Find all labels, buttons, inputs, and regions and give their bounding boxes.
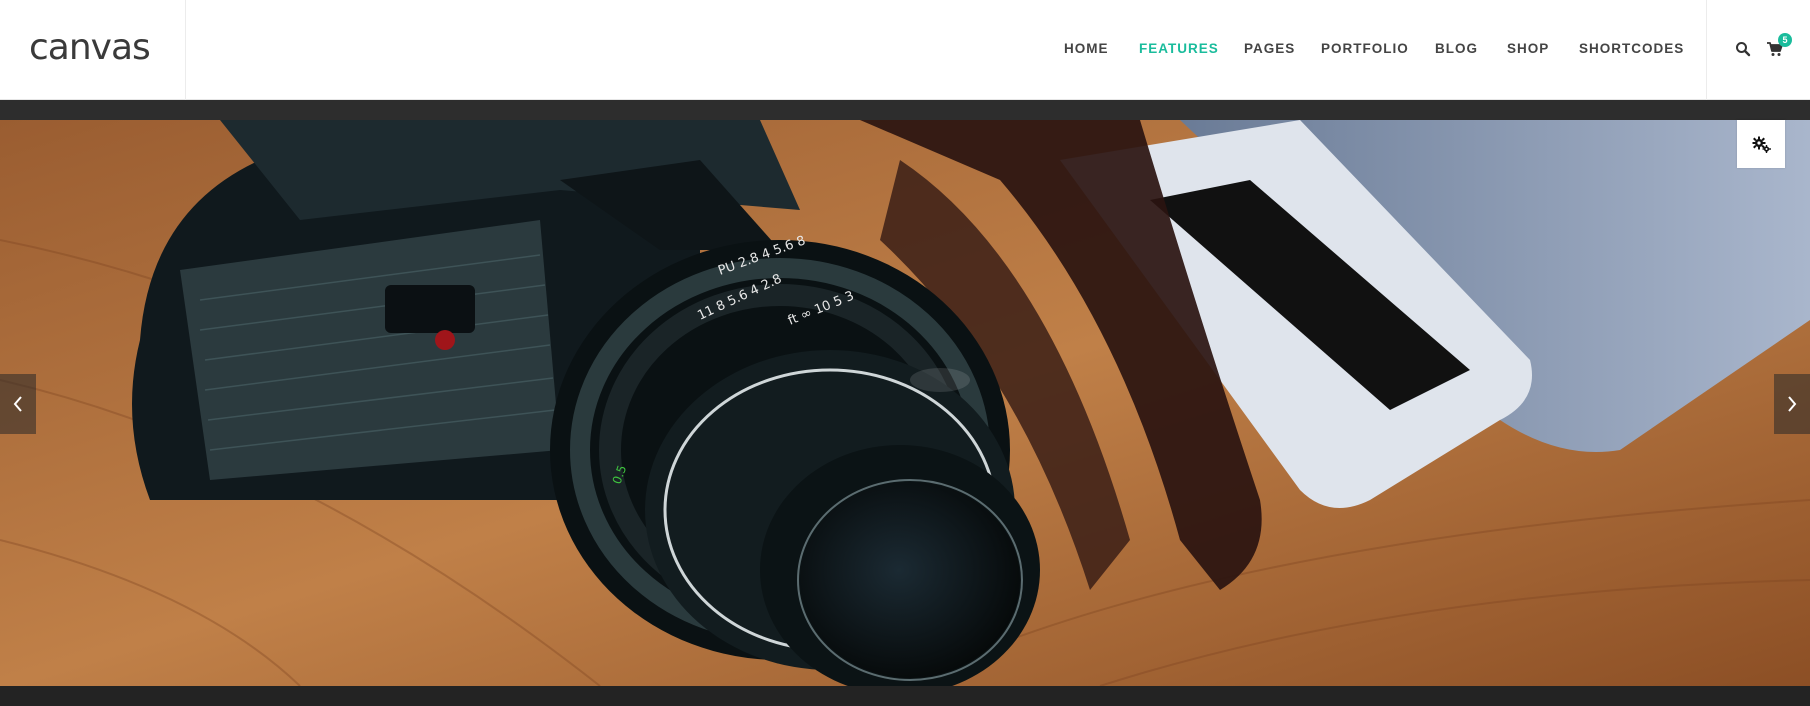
nav-item-home[interactable]: HOME bbox=[1064, 40, 1109, 58]
slider-top-strip bbox=[0, 100, 1810, 120]
hero-slider: PU 2.8 4 5.6 8 11 8 5.6 4 2.8 ft ∞ 10 5 … bbox=[0, 120, 1810, 686]
chevron-left-icon bbox=[13, 396, 22, 412]
nav-item-pages[interactable]: PAGES bbox=[1244, 40, 1295, 58]
gears-icon bbox=[1752, 136, 1771, 153]
slider-prev-button[interactable] bbox=[0, 374, 36, 434]
site-logo[interactable]: canvas bbox=[29, 24, 151, 72]
site-header: canvas HOME FEATURES PAGES PORTFOLIO BLO… bbox=[0, 0, 1810, 100]
hero-slide-image: PU 2.8 4 5.6 8 11 8 5.6 4 2.8 ft ∞ 10 5 … bbox=[0, 120, 1810, 686]
nav-item-blog[interactable]: BLOG bbox=[1435, 40, 1478, 58]
nav-item-features[interactable]: FEATURES bbox=[1139, 40, 1219, 58]
style-switcher-button[interactable] bbox=[1737, 120, 1785, 168]
search-icon[interactable] bbox=[1735, 41, 1751, 57]
header-divider bbox=[1706, 0, 1707, 100]
nav-item-shop[interactable]: SHOP bbox=[1507, 40, 1549, 58]
nav-item-portfolio[interactable]: PORTFOLIO bbox=[1321, 40, 1409, 58]
logo-container: canvas bbox=[0, 0, 186, 100]
nav-item-shortcodes[interactable]: SHORTCODES bbox=[1579, 40, 1684, 58]
slider-next-button[interactable] bbox=[1774, 374, 1810, 434]
slider-bottom-strip bbox=[0, 686, 1810, 706]
chevron-right-icon bbox=[1788, 396, 1797, 412]
cart-count-badge: 5 bbox=[1778, 33, 1792, 47]
